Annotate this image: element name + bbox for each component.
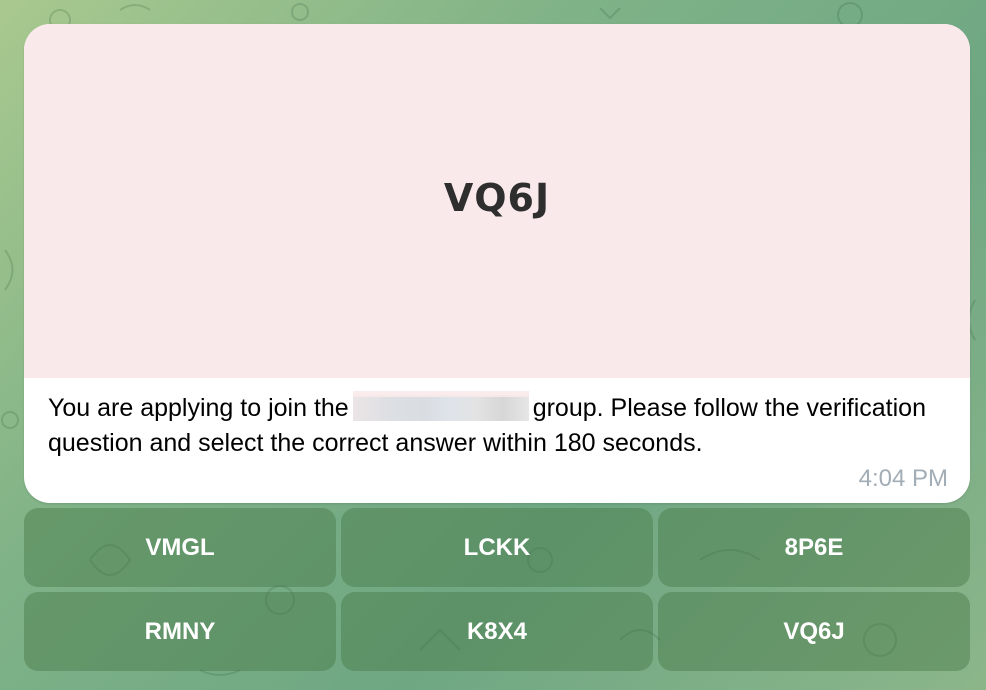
answer-button-8p6e[interactable]: 8P6E <box>658 508 970 587</box>
answer-button-lckk[interactable]: LCKK <box>341 508 653 587</box>
answer-button-k8x4[interactable]: K8X4 <box>341 592 653 671</box>
captcha-code-text: VQ6J <box>443 176 551 220</box>
keyboard-row: VMGL LCKK 8P6E <box>24 508 970 587</box>
inline-keyboard: VMGL LCKK 8P6E RMNY K8X4 VQ6J <box>24 508 970 676</box>
keyboard-row: RMNY K8X4 VQ6J <box>24 592 970 671</box>
message-timestamp: 4:04 PM <box>858 465 948 492</box>
caption-text-before: You are applying to join the <box>48 394 349 422</box>
message-caption: You are applying to join the group. Pleas… <box>48 391 958 461</box>
answer-button-vq6j[interactable]: VQ6J <box>658 592 970 671</box>
captcha-image: VQ6J <box>24 24 970 378</box>
captcha-message-bubble: VQ6J You are applying to join the group. … <box>24 24 970 503</box>
redacted-group-name <box>352 391 529 421</box>
answer-button-vmgl[interactable]: VMGL <box>24 508 336 587</box>
answer-button-rmny[interactable]: RMNY <box>24 592 336 671</box>
